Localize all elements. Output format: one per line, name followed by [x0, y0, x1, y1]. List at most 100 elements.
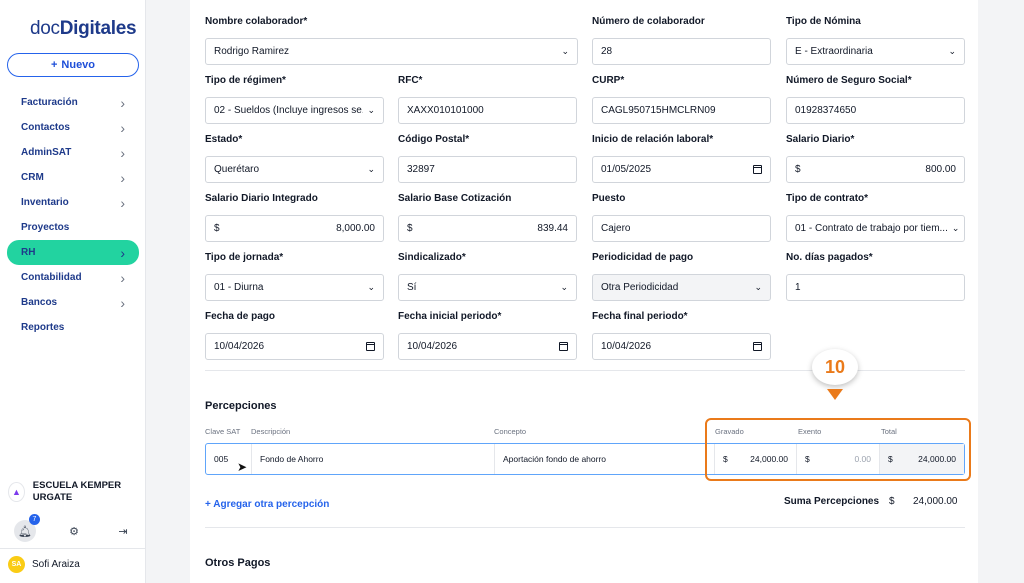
sidebar-item-reportes[interactable]: Reportes [7, 315, 139, 340]
input-value: 01928374650 [795, 105, 857, 116]
dias-pagados-field: No. días pagados* 1 [786, 252, 965, 301]
sidebar-item-facturaci-n[interactable]: Facturación › [7, 90, 139, 115]
input-value: 8,000.00 [336, 223, 375, 234]
sidebar-item-crm[interactable]: CRM › [7, 165, 139, 190]
chevron-right-icon: › [120, 144, 125, 161]
field-label: No. días pagados* [786, 252, 873, 263]
sbc-input[interactable]: $839.44 [398, 215, 577, 242]
codigo-postal-input[interactable]: 32897 [398, 156, 577, 183]
suma-percepciones-label: Suma Percepciones [784, 496, 880, 507]
sidebar-item-proyectos[interactable]: Proyectos [7, 215, 139, 240]
select-value: 01 - Contrato de trabajo por tiem... [795, 223, 948, 234]
logout-icon[interactable]: ⇥ [112, 520, 134, 542]
chevron-down-icon: ⌄ [951, 223, 960, 233]
sidebar-divider [0, 548, 146, 549]
calendar-icon[interactable] [559, 342, 568, 351]
puesto-input[interactable]: Cajero [592, 215, 771, 242]
company-logo-icon: ▲ [8, 482, 25, 502]
sbc-field: Salario Base Cotización $839.44 [398, 193, 577, 242]
section-divider [205, 527, 965, 528]
fecha-final-field: Fecha final periodo* 10/04/2026 [592, 311, 771, 360]
dias-pagados-input[interactable]: 1 [786, 274, 965, 301]
cell-value: 005 [214, 454, 229, 464]
nss-input[interactable]: 01928374650 [786, 97, 965, 124]
field-label: Tipo de contrato* [786, 193, 869, 204]
numero-colaborador-field: Número de colaborador 28 [592, 16, 771, 65]
chevron-down-icon: ⌄ [367, 105, 375, 115]
tipo-jornada-select[interactable]: 01 - Diurna ⌄ [205, 274, 384, 301]
descripcion-cell[interactable]: Fondo de Ahorro [252, 444, 495, 474]
input-value: 839.44 [537, 223, 568, 234]
chevron-down-icon: ⌄ [754, 282, 762, 292]
tipo-regimen-field: Tipo de régimen* 02 - Sueldos (Incluye i… [205, 75, 384, 124]
add-percepcion-link[interactable]: + Agregar otra percepción [205, 499, 329, 510]
tipo-contrato-select[interactable]: 01 - Contrato de trabajo por tiem... ⌄ [786, 215, 965, 242]
tipo-contrato-field: Tipo de contrato* 01 - Contrato de traba… [786, 193, 965, 242]
sidebar-item-label: Reportes [21, 322, 65, 333]
inicio-relacion-date-input[interactable]: 01/05/2025 [592, 156, 771, 183]
puesto-field: Puesto Cajero [592, 193, 771, 242]
fecha-final-date-input[interactable]: 10/04/2026 [592, 333, 771, 360]
sidebar-nav: Facturación › Contactos › AdminSAT › CRM › Inven… [7, 90, 139, 340]
gear-icon[interactable]: ⚙ [63, 520, 85, 542]
tipo-regimen-select[interactable]: 02 - Sueldos (Incluye ingresos se... ⌄ [205, 97, 384, 124]
field-label: Salario Base Cotización [398, 193, 512, 204]
user-name: Sofi Araiza [32, 559, 80, 570]
sidebar-item-contabilidad[interactable]: Contabilidad › [7, 265, 139, 290]
codigo-postal-field: Código Postal* 32897 [398, 134, 577, 183]
sidebar-item-label: CRM [21, 172, 44, 183]
nombre-colaborador-select[interactable]: Rodrigo Ramirez ⌄ [205, 38, 578, 65]
chevron-down-icon: ⌄ [561, 46, 569, 56]
cell-value: Fondo de Ahorro [260, 454, 324, 464]
chevron-right-icon: › [120, 169, 125, 186]
sidebar-item-label: Facturación [21, 97, 78, 108]
fecha-pago-field: Fecha de pago 10/04/2026 [205, 311, 384, 360]
field-label: Estado* [205, 134, 243, 145]
field-label: RFC* [398, 75, 423, 86]
chevron-right-icon: › [120, 94, 125, 111]
notification-badge: 7 [29, 514, 40, 525]
sindicalizado-select[interactable]: Sí ⌄ [398, 274, 577, 301]
tipo-nomina-select[interactable]: E - Extraordinaria ⌄ [786, 38, 965, 65]
tutorial-arrow-icon [827, 389, 843, 400]
company-selector[interactable]: ▲ ESCUELA KEMPER URGATE [8, 480, 140, 504]
rfc-input[interactable]: XAXX010101000 [398, 97, 577, 124]
user-menu[interactable]: SA Sofi Araiza [8, 556, 80, 573]
concepto-input[interactable]: Aportación fondo de ahorro [495, 444, 712, 474]
sidebar-item-label: Contabilidad [21, 272, 82, 283]
currency-symbol: $ [407, 223, 413, 234]
sdi-input[interactable]: $8,000.00 [205, 215, 384, 242]
calendar-icon[interactable] [753, 165, 762, 174]
sidebar-item-label: Contactos [21, 122, 70, 133]
sidebar-item-rh[interactable]: RH › [7, 240, 139, 265]
field-label: Código Postal* [398, 134, 470, 145]
select-value: Otra Periodicidad [601, 282, 679, 293]
sidebar-item-contactos[interactable]: Contactos › [7, 115, 139, 140]
sidebar-item-label: RH [21, 247, 36, 258]
sidebar-item-inventario[interactable]: Inventario › [7, 190, 139, 215]
field-label: Tipo de régimen* [205, 75, 286, 86]
salario-diario-input[interactable]: $800.00 [786, 156, 965, 183]
bell-icon[interactable]: 🔔︎ 7 [14, 514, 40, 542]
input-value: 28 [601, 46, 613, 57]
calendar-icon[interactable] [366, 342, 375, 351]
sidebar-item-bancos[interactable]: Bancos › [7, 290, 139, 315]
field-label: Periodicidad de pago [592, 252, 694, 263]
logo-bold-text: Digitales [59, 18, 137, 39]
estado-select[interactable]: Querétaro ⌄ [205, 156, 384, 183]
numero-colaborador-input[interactable]: 28 [592, 38, 771, 65]
sidebar-item-adminsat[interactable]: AdminSAT › [7, 140, 139, 165]
field-label: Sindicalizado* [398, 252, 466, 263]
curp-input[interactable]: CAGL950715HMCLRN09 [592, 97, 771, 124]
app-logo[interactable]: docDigitales [30, 18, 137, 40]
fecha-inicial-date-input[interactable]: 10/04/2026 [398, 333, 577, 360]
company-name: ESCUELA KEMPER URGATE [32, 480, 122, 503]
tipo-nomina-field: Tipo de Nómina E - Extraordinaria ⌄ [786, 16, 965, 65]
calendar-icon[interactable] [753, 342, 762, 351]
input-value: 32897 [407, 164, 435, 175]
periodicidad-select[interactable]: Otra Periodicidad ⌄ [592, 274, 771, 301]
fecha-pago-date-input[interactable]: 10/04/2026 [205, 333, 384, 360]
new-button[interactable]: + Nuevo [7, 53, 139, 77]
field-label: Tipo de Nómina [786, 16, 861, 27]
field-label: Nombre colaborador* [205, 16, 308, 27]
